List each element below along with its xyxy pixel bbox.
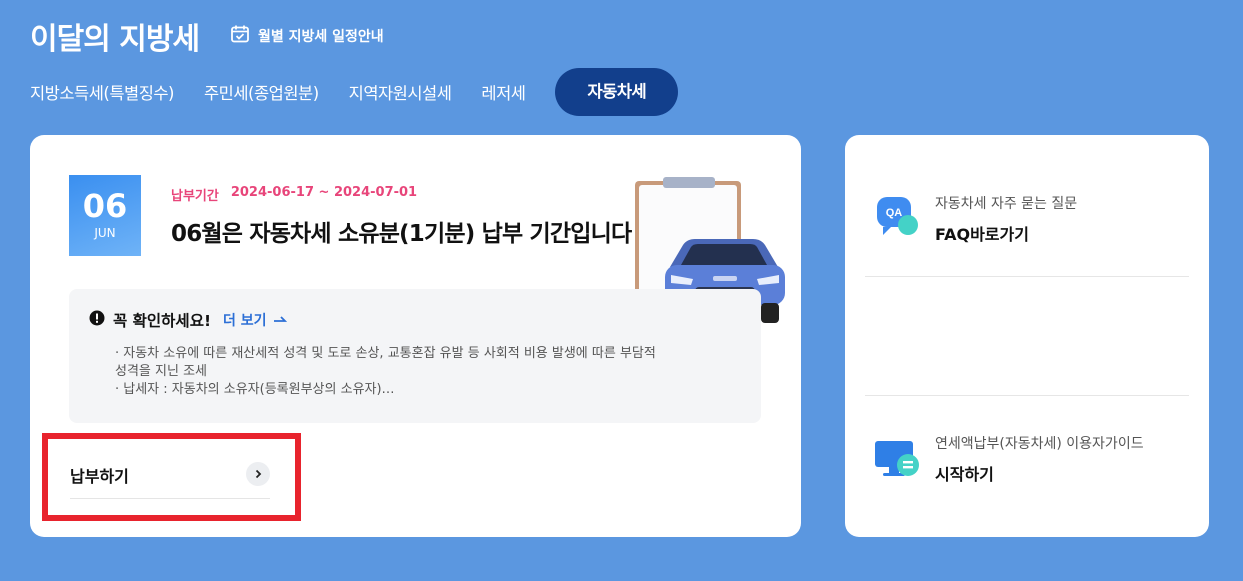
tab-resident-tax[interactable]: 주민세(종업원분) bbox=[204, 80, 319, 104]
page-title: 이달의 지방세 bbox=[30, 22, 200, 57]
tab-automobile-tax[interactable]: 자동차세 bbox=[555, 68, 679, 116]
notice-title: 꼭 확인하세요! bbox=[113, 312, 212, 330]
calendar-icon bbox=[230, 24, 250, 48]
date-badge: 06 JUN bbox=[69, 175, 141, 256]
tab-regional-resource-tax[interactable]: 지역자원시설세 bbox=[349, 80, 452, 104]
tax-info-card: 06 JUN 납부기간 2024-06-17 ~ 2024-07-01 06월은… bbox=[30, 135, 801, 537]
guide-title: 시작하기 bbox=[935, 465, 994, 484]
period-value: 2024-06-17 ~ 2024-07-01 bbox=[230, 185, 418, 200]
alert-icon bbox=[89, 310, 105, 330]
date-day: 06 bbox=[82, 187, 128, 225]
tax-tabs: 지방소득세(특별징수) 주민세(종업원분) 지역자원시설세 레저세 자동차세 bbox=[30, 68, 679, 116]
schedule-link-label: 월별 지방세 일정안내 bbox=[258, 29, 384, 45]
notice-body: · 자동차 소유에 따른 재산세적 성격 및 도로 손상, 교통혼잡 유발 등 … bbox=[115, 345, 735, 399]
period-label: 납부기간 bbox=[171, 189, 219, 204]
tab-local-income-tax[interactable]: 지방소득세(특별징수) bbox=[30, 80, 175, 104]
notice-header: 꼭 확인하세요! 더 보기 bbox=[89, 309, 287, 331]
monitor-guide-icon bbox=[873, 433, 921, 485]
notice-line: · 납세자 : 자동차의 소유자(등록원부상의 소유자)… bbox=[115, 382, 395, 397]
faq-link[interactable]: QA 자동차세 자주 묻는 질문 FAQ바로가기 bbox=[873, 193, 1077, 245]
side-links-card: QA 자동차세 자주 묻는 질문 FAQ바로가기 연세액납부(자동차세) 이용자… bbox=[845, 135, 1209, 537]
arrow-right-icon bbox=[273, 312, 287, 328]
monthly-schedule-link[interactable]: 월별 지방세 일정안내 bbox=[230, 24, 384, 48]
notice-line: 성격을 지닌 조세 bbox=[115, 364, 207, 379]
divider bbox=[865, 395, 1189, 396]
pay-button[interactable]: 납부하기 bbox=[70, 458, 270, 499]
guide-subtitle: 연세액납부(자동차세) 이용자가이드 bbox=[935, 436, 1144, 452]
more-link-label: 더 보기 bbox=[223, 313, 267, 329]
chevron-right-icon bbox=[246, 462, 270, 486]
faq-title: FAQ바로가기 bbox=[935, 225, 1029, 244]
more-link[interactable]: 더 보기 bbox=[223, 310, 287, 330]
qa-icon-text: QA bbox=[886, 207, 903, 219]
headline: 06월은 자동차세 소유분(1기분) 납부 기간입니다 bbox=[171, 221, 632, 247]
qa-chat-icon: QA bbox=[873, 193, 921, 245]
notice-box: 꼭 확인하세요! 더 보기 · 자동차 소유에 따른 재산세적 성격 및 도로 … bbox=[69, 289, 761, 423]
payment-period: 납부기간 2024-06-17 ~ 2024-07-01 bbox=[171, 185, 417, 204]
date-month: JUN bbox=[94, 226, 116, 240]
divider bbox=[865, 276, 1189, 277]
pay-button-label: 납부하기 bbox=[70, 467, 129, 486]
tab-leisure-tax[interactable]: 레저세 bbox=[481, 80, 526, 104]
notice-line: · 자동차 소유에 따른 재산세적 성격 및 도로 손상, 교통혼잡 유발 등 … bbox=[115, 346, 656, 361]
faq-subtitle: 자동차세 자주 묻는 질문 bbox=[935, 196, 1078, 212]
guide-link[interactable]: 연세액납부(자동차세) 이용자가이드 시작하기 bbox=[873, 433, 1144, 485]
